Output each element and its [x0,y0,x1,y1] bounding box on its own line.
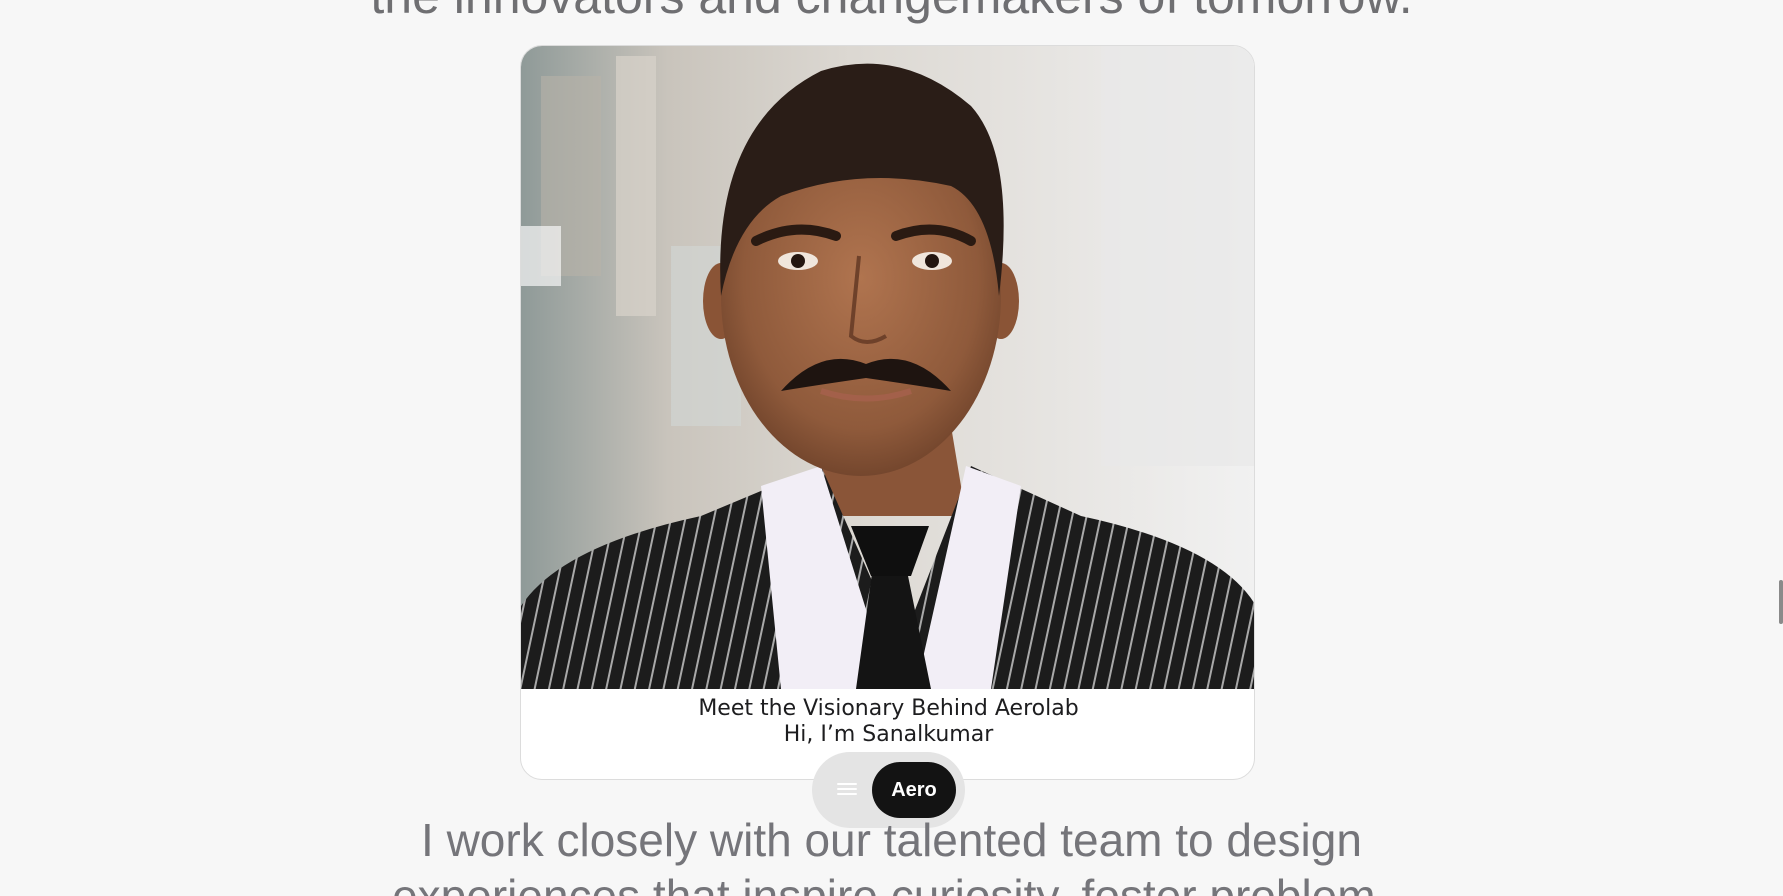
menu-button[interactable] [832,774,862,804]
intro-line-2: experiences that inspire curiosity, fost… [392,870,1391,896]
caption-title: Meet the Visionary Behind Aerolab [698,696,1079,721]
brand-button[interactable]: Aero [872,762,956,818]
caption-greeting: Hi, I’m Sanalkumar [783,722,994,747]
portrait-image [521,46,1254,689]
hamburger-menu-icon [837,783,857,795]
page: the innovators and changemakers of tomor… [0,0,1783,896]
intro-line-1: I work closely with our talented team to… [421,814,1362,866]
profile-card: Meet the Visionary Behind Aerolab Hi, I’… [520,45,1255,780]
scrollbar-thumb[interactable] [1779,580,1783,624]
card-caption: Meet the Visionary Behind Aerolab Hi, I’… [521,696,1254,748]
intro-paragraph: I work closely with our talented team to… [0,812,1783,896]
section-heading: the innovators and changemakers of tomor… [0,0,1783,26]
